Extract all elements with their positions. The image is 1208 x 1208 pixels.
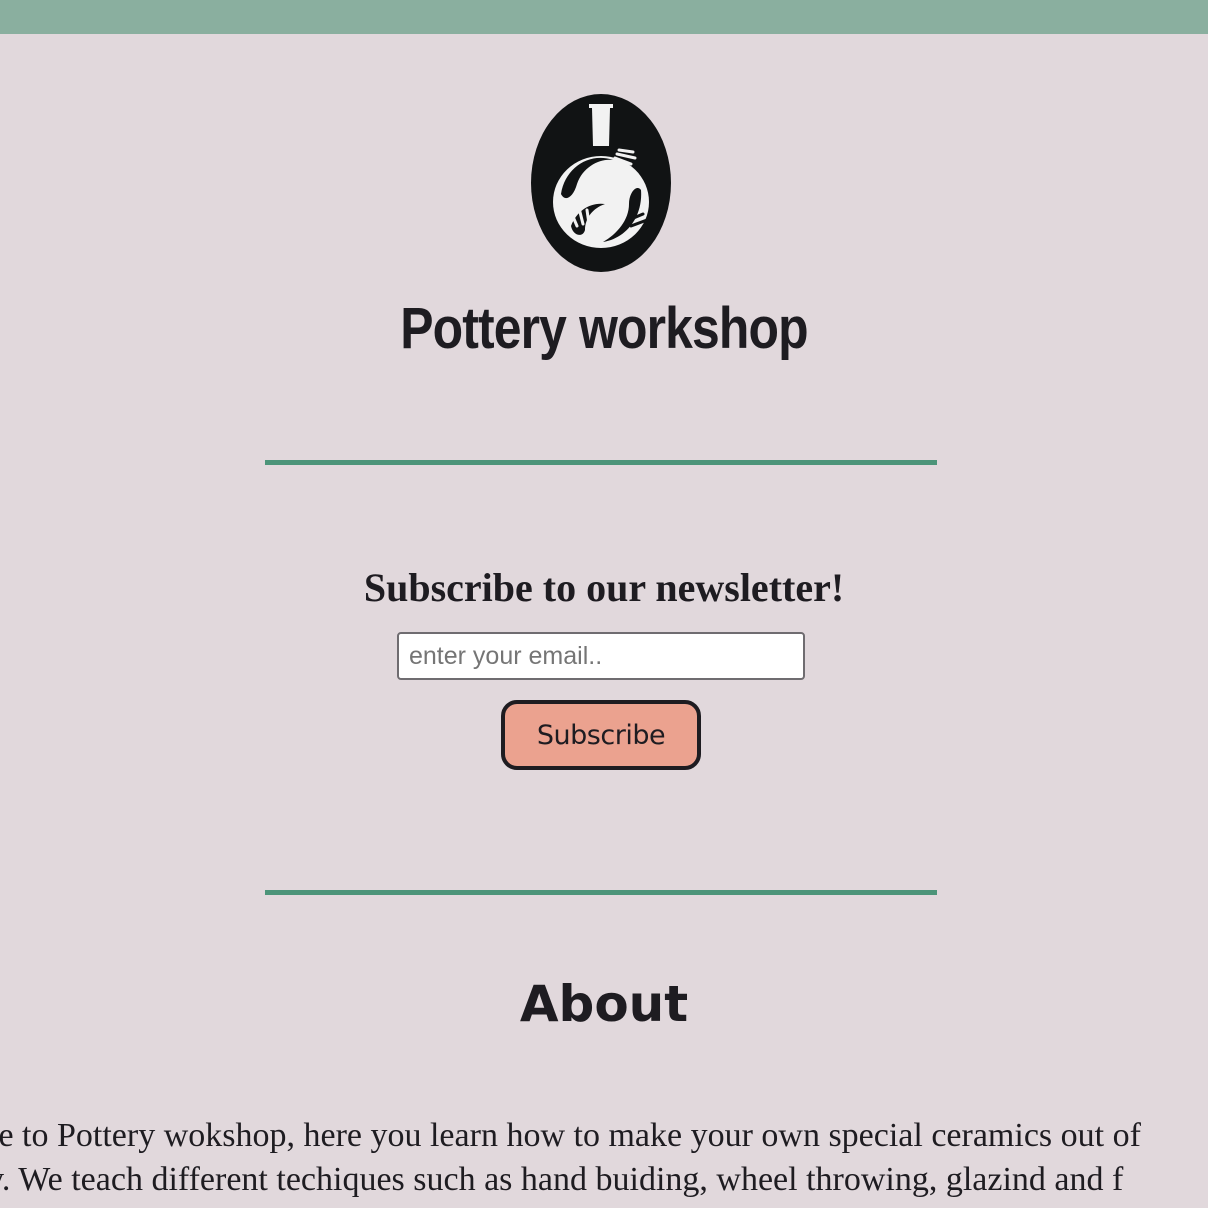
subscribe-button[interactable]: Subscribe <box>501 700 701 770</box>
site-title: Pottery workshop <box>400 296 808 361</box>
email-input[interactable] <box>397 632 805 680</box>
about-text: me to Pottery wokshop, here you learn ho… <box>0 1114 1208 1202</box>
about-text-line: ay. We teach different techiques such as… <box>0 1161 1124 1198</box>
pottery-logo-icon <box>531 94 671 272</box>
section-divider <box>265 460 937 465</box>
top-bar <box>0 0 1208 34</box>
about-heading: About <box>519 975 689 1033</box>
newsletter-heading: Subscribe to our newsletter! <box>363 565 845 610</box>
section-divider <box>265 890 937 895</box>
about-text-line: me to Pottery wokshop, here you learn ho… <box>0 1117 1141 1154</box>
